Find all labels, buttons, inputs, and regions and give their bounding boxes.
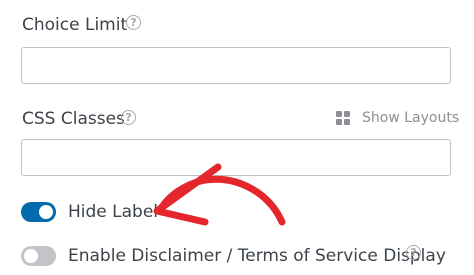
css-classes-input[interactable]: [21, 139, 451, 176]
hide-label-text: Hide Label: [68, 202, 159, 222]
choice-limit-label: Choice Limit: [22, 15, 128, 35]
disclaimer-help-icon[interactable]: ?: [406, 245, 421, 260]
annotation-arrow: [153, 163, 286, 226]
css-classes-help-icon[interactable]: ?: [121, 110, 136, 125]
css-classes-label: CSS Classes: [22, 109, 125, 129]
arrow-shaft: [158, 175, 286, 226]
grid-icon: [336, 111, 350, 125]
show-layouts-link[interactable]: Show Layouts: [336, 110, 459, 126]
toggle-knob: [24, 249, 38, 263]
disclaimer-toggle[interactable]: [21, 246, 56, 266]
toggle-knob: [39, 205, 53, 219]
choice-limit-input[interactable]: [21, 47, 451, 84]
choice-limit-help-icon[interactable]: ?: [126, 15, 141, 30]
hide-label-toggle[interactable]: [21, 202, 56, 222]
disclaimer-text: Enable Disclaimer / Terms of Service Dis…: [68, 246, 446, 266]
show-layouts-label: Show Layouts: [362, 110, 460, 126]
